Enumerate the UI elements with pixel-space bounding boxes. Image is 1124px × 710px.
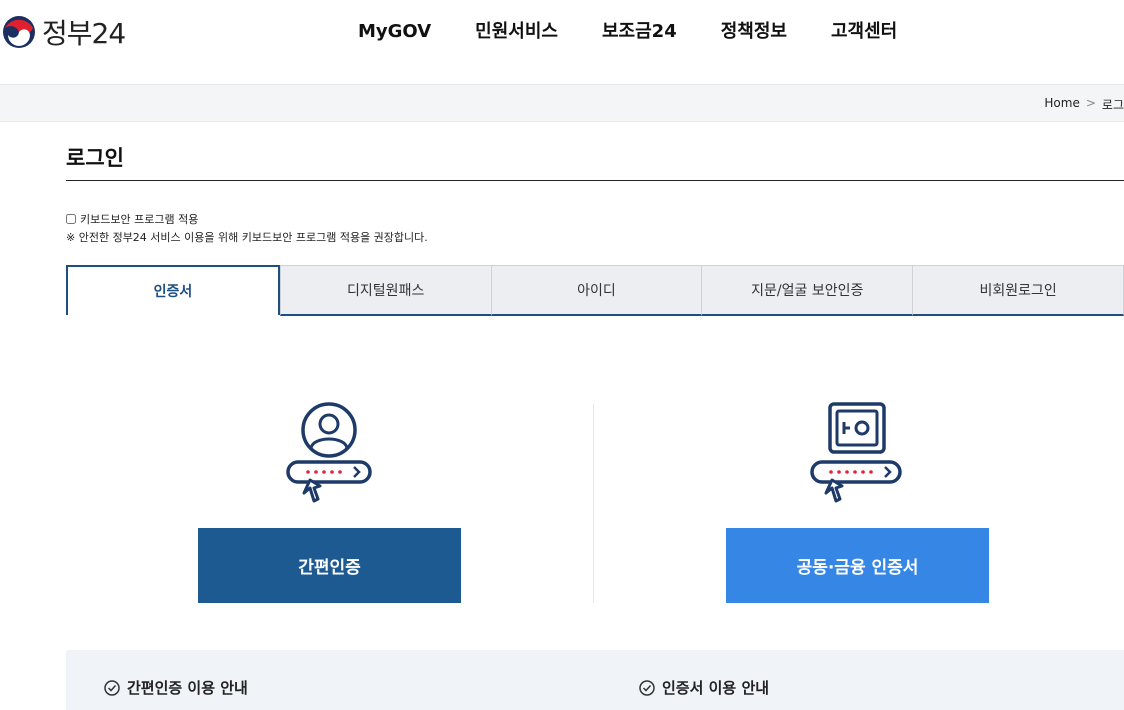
keyboard-security-label: 키보드보안 프로그램 적용 [80,213,199,226]
check-circle-icon [639,679,655,696]
tab-non-member[interactable]: 비회원로그인 [912,265,1124,316]
check-circle-icon [104,679,120,696]
breadcrumb-separator: > [1085,96,1096,110]
user-password-icon [286,402,372,503]
site-logo[interactable]: 정부24 [2,12,126,52]
breadcrumb-home[interactable]: Home [1044,96,1079,113]
title-divider [66,180,1124,181]
taegeuk-logo-icon [3,16,35,48]
nav-policy-info[interactable]: 정책정보 [699,19,809,45]
breadcrumb-current: 로그 [1101,98,1124,112]
tab-certificate[interactable]: 인증서 [66,265,280,315]
nav-civil-service[interactable]: 민원서비스 [453,19,580,45]
nav-subsidy24[interactable]: 보조금24 [580,19,699,45]
certificate-illustration [806,402,906,512]
keyboard-security-option[interactable]: 키보드보안 프로그램 적용 [66,211,198,227]
site-header: 정부24 MyGOV 민원서비스 보조금24 정책정보 고객센터 [0,0,1124,85]
tab-id[interactable]: 아이디 [490,265,702,316]
simple-auth-guide[interactable]: 간편인증 이용 안내 [104,677,248,698]
keyboard-security-checkbox[interactable] [66,214,76,224]
nav-mygov[interactable]: MyGOV [336,19,453,45]
simple-auth-button[interactable]: 간편인증 [198,528,461,603]
tab-biometric[interactable]: 지문/얼굴 보안인증 [701,265,913,316]
breadcrumb-bar: Home > 로그 [0,85,1124,122]
logo-text: 정부24 [42,17,126,50]
tab-digital-onepass[interactable]: 디지털원패스 [279,265,491,316]
nav-customer-center[interactable]: 고객센터 [809,19,919,45]
login-method-tabs: 인증서 디지털원패스 아이디 지문/얼굴 보안인증 비회원로그인 [66,265,1124,316]
safe-password-icon [810,402,902,503]
keyboard-security-note: ※ 안전한 정부24 서비스 이용을 위해 키보드보안 프로그램 적용을 권장합… [66,231,428,244]
breadcrumb: Home > 로그 [1044,96,1124,113]
usage-guide-panel: 간편인증 이용 안내 인증서 이용 안내 [66,650,1124,710]
cert-guide-label: 인증서 이용 안내 [662,679,770,697]
cert-guide[interactable]: 인증서 이용 안내 [639,677,769,698]
main-nav: MyGOV 민원서비스 보조금24 정책정보 고객센터 [336,19,919,45]
simple-auth-guide-label: 간편인증 이용 안내 [127,679,248,697]
simple-auth-illustration [280,402,380,512]
joint-financial-cert-button[interactable]: 공동·금융 인증서 [726,528,989,603]
login-options-divider [593,404,594,603]
page-title: 로그인 [66,146,124,170]
